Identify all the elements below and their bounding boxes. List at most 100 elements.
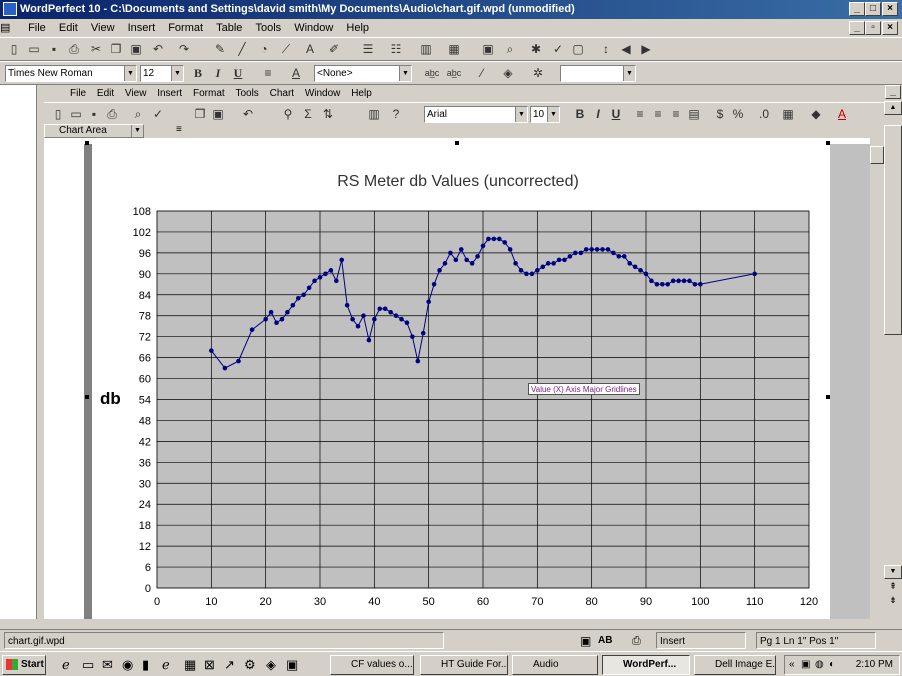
chart-scrollbar[interactable] (870, 124, 884, 619)
align-center-icon[interactable]: ≡ (650, 107, 666, 122)
chevron-down-icon[interactable]: ▼ (399, 66, 411, 81)
paste-icon[interactable]: ▣ (210, 107, 226, 122)
sum-icon[interactable]: Σ (300, 107, 316, 122)
doc-close-button[interactable]: × (882, 21, 898, 35)
scroll-up-button[interactable]: ▲ (884, 101, 902, 115)
network-icon[interactable]: ⚙ (244, 657, 256, 673)
preview-icon[interactable]: ⌕ (130, 107, 146, 122)
menu-help[interactable]: Help (341, 19, 374, 37)
chevron-down-icon[interactable]: ▼ (124, 66, 136, 81)
print-icon[interactable]: ⎙ (66, 42, 82, 57)
style-select[interactable]: <None> ▼ (314, 65, 412, 82)
printer-status-icon[interactable]: ▣ (580, 630, 591, 652)
ie-icon[interactable]: ℯ (62, 657, 70, 673)
italic-button[interactable]: I (210, 66, 226, 81)
percent-icon[interactable]: % (730, 107, 746, 122)
chevron-down-icon[interactable]: ▼ (623, 66, 635, 81)
undo-icon[interactable]: ↶ (240, 107, 256, 122)
tool-icon[interactable]: ↗ (224, 657, 235, 673)
highlight-icon[interactable]: ✐ (326, 42, 342, 57)
decimal-icon[interactable]: .0 (756, 107, 772, 122)
currency-icon[interactable]: $ (712, 107, 728, 122)
insert-mode[interactable]: Insert (656, 632, 746, 649)
cut-icon[interactable]: ✂ (88, 42, 104, 57)
format-icon[interactable]: ≡ (176, 124, 182, 135)
open-icon[interactable]: ▭ (68, 107, 84, 122)
align-left-icon[interactable]: ≡ (632, 107, 648, 122)
task-dell-image[interactable]: Dell Image E... (694, 655, 776, 675)
pen-style-icon[interactable]: ⁄ (474, 66, 490, 81)
chevron-down-icon[interactable]: ▼ (131, 125, 143, 137)
tray-network-icon[interactable]: ▣ (801, 656, 810, 674)
paste-icon[interactable]: ▣ (128, 42, 144, 57)
font-size-select[interactable]: 12 ▼ (140, 65, 184, 82)
abc-icon[interactable]: ab̲c (444, 66, 464, 81)
updown-icon[interactable]: ↕ (598, 42, 614, 57)
horizontal-scrollbar[interactable] (0, 619, 884, 629)
chart-menu-tools[interactable]: Tools (231, 85, 262, 102)
menu-file[interactable]: File (23, 19, 51, 37)
underline-button[interactable]: U (230, 66, 246, 81)
align-right-icon[interactable]: ≡ (668, 107, 684, 122)
underline-button[interactable]: U (608, 107, 624, 122)
bold-button[interactable]: B (572, 107, 588, 122)
draw-line-icon[interactable]: ⟋ (278, 42, 294, 57)
browser-icon[interactable]: ℯ (162, 657, 170, 673)
bullets-icon[interactable]: ☷ (388, 42, 404, 57)
help-icon[interactable]: ? (388, 107, 404, 122)
document-icon[interactable]: ▤ (0, 19, 20, 37)
undo-icon[interactable]: ↶ (150, 42, 166, 57)
chart-menu-file[interactable]: File (66, 85, 90, 102)
sort-icon[interactable]: ⇅ (320, 107, 336, 122)
text-box-icon[interactable]: A (302, 42, 318, 57)
calculator-icon[interactable]: ▦ (184, 657, 196, 673)
task-wordperfect[interactable]: WordPerf... (602, 655, 690, 675)
scroll-down-button[interactable]: ▼ (884, 565, 902, 579)
fill-icon[interactable]: ◈ (500, 66, 516, 81)
menu-tools[interactable]: Tools (250, 19, 286, 37)
spell-icon[interactable]: ✓ (150, 107, 166, 122)
open-icon[interactable]: ▭ (26, 42, 42, 57)
pen-icon[interactable]: ✎ (212, 42, 228, 57)
menu-edit[interactable]: Edit (54, 19, 83, 37)
chart-icon[interactable]: ▥ (366, 107, 382, 122)
chart-menu-window[interactable]: Window (301, 85, 345, 102)
document-name[interactable]: chart.gif.wpd (4, 632, 444, 649)
tray-expand-icon[interactable]: « (789, 656, 795, 674)
tray-volume-icon[interactable]: ◐ (829, 656, 835, 674)
close-button[interactable]: × (882, 2, 898, 16)
chart-menu-view[interactable]: View (121, 85, 151, 102)
excel-icon[interactable]: ⊠ (204, 657, 215, 673)
save-icon[interactable]: ▪ (46, 42, 62, 57)
copy-icon[interactable]: ❐ (192, 107, 208, 122)
numbering-icon[interactable]: ☰ (360, 42, 376, 57)
tray-globe-icon[interactable]: ◍ (815, 656, 824, 674)
media-icon[interactable]: ◉ (122, 657, 133, 673)
abc-icon[interactable]: ab̲c (422, 66, 442, 81)
table-icon[interactable]: ▦ (446, 42, 462, 57)
menu-insert[interactable]: Insert (123, 19, 161, 37)
chart-scroll-thumb[interactable] (870, 146, 884, 164)
menu-format[interactable]: Format (163, 19, 208, 37)
font-select[interactable]: Times New Roman ▼ (5, 65, 137, 82)
merge-icon[interactable]: ▤ (686, 107, 702, 122)
menu-view[interactable]: View (86, 19, 120, 37)
wordperfect-app-icon[interactable] (3, 2, 17, 16)
vertical-scrollbar[interactable]: _ ▲ ▼ ⇞ ⇟ (884, 85, 902, 619)
chart-minimize-button[interactable]: _ (885, 85, 901, 99)
fields-icon[interactable]: ▢ (570, 42, 586, 57)
app2-icon[interactable]: ▣ (286, 657, 298, 673)
next-page-icon[interactable]: ⇟ (884, 595, 902, 607)
columns-icon[interactable]: ▥ (418, 42, 434, 57)
scroll-thumb[interactable] (884, 125, 902, 335)
minimize-button[interactable]: _ (849, 2, 865, 16)
chart-size-select[interactable]: 10 ▼ (530, 106, 560, 123)
chevron-down-icon[interactable]: ▼ (171, 66, 183, 81)
ab-icon[interactable]: AB (598, 630, 612, 652)
fill-color-icon[interactable]: ◆ (808, 107, 824, 122)
borders-icon[interactable]: ▦ (780, 107, 796, 122)
doc-minimize-button[interactable]: _ (849, 21, 865, 35)
menu-table[interactable]: Table (211, 19, 247, 37)
new-icon[interactable]: ▯ (50, 107, 66, 122)
chevron-down-icon[interactable]: ▼ (547, 107, 559, 122)
